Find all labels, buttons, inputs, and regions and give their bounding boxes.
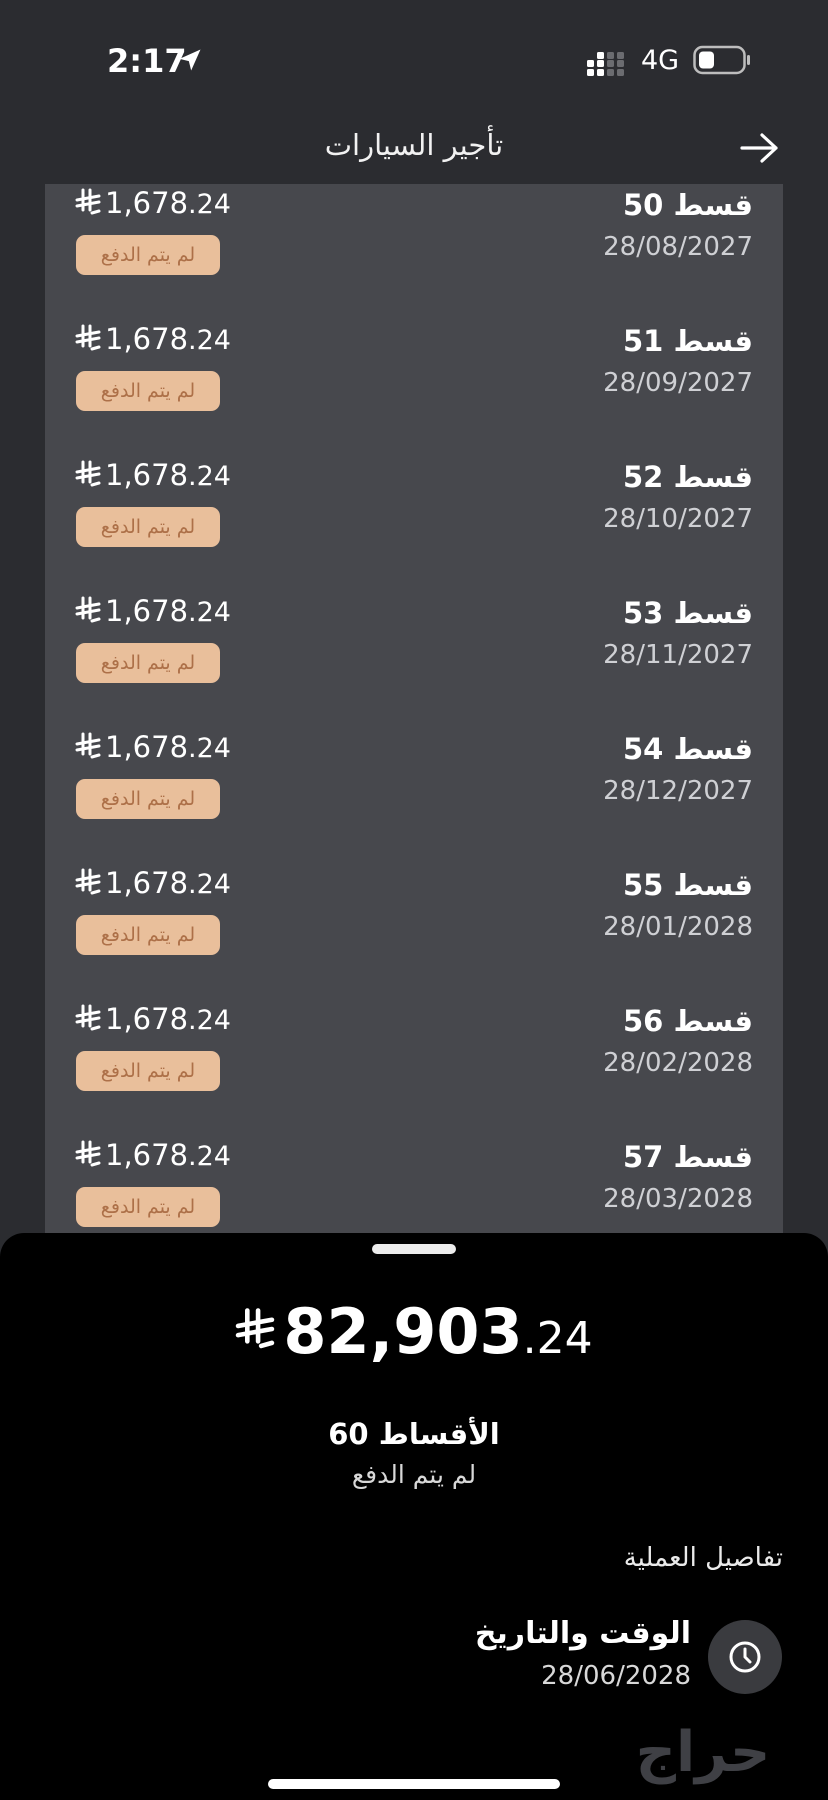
installment-date: 28/03/2028 — [603, 1184, 753, 1214]
amount-decimal: .24 — [188, 1005, 231, 1036]
page-title: تأجير السيارات — [324, 128, 504, 162]
clock-icon — [729, 1641, 761, 1673]
amount-integer: 1,678 — [105, 1138, 189, 1172]
installment-date: 28/12/2027 — [603, 776, 753, 806]
installments-count: الأقساط 60 — [328, 1417, 500, 1451]
amount-integer: 1,678 — [105, 458, 189, 492]
signal-icon — [587, 52, 624, 76]
riyal-icon — [75, 188, 101, 215]
installment-row[interactable]: قسط 57 28/03/2028 1,678.24 لم يتم الدفع — [45, 1136, 783, 1244]
datetime-label: الوقت والتاريخ — [474, 1616, 691, 1651]
amount-decimal: .24 — [188, 461, 231, 492]
riyal-icon — [75, 868, 101, 895]
installment-row[interactable]: قسط 54 28/12/2027 1,678.24 لم يتم الدفع — [45, 728, 783, 864]
amount-decimal: .24 — [188, 189, 231, 220]
installment-row[interactable]: قسط 55 28/01/2028 1,678.24 لم يتم الدفع — [45, 864, 783, 1000]
status-badge: لم يتم الدفع — [76, 1187, 220, 1227]
installment-date: 28/08/2027 — [603, 232, 753, 262]
location-arrow-icon — [179, 49, 201, 71]
installment-row[interactable]: قسط 53 28/11/2027 1,678.24 لم يتم الدفع — [45, 592, 783, 728]
installment-date: 28/10/2027 — [603, 504, 753, 534]
riyal-icon — [75, 1140, 101, 1167]
summary-sheet: 82,903.24 الأقساط 60 لم يتم الدفع تفاصيل… — [0, 1233, 828, 1800]
installment-date: 28/11/2027 — [603, 640, 753, 670]
amount-integer: 1,678 — [105, 322, 189, 356]
installment-amount: 1,678.24 — [75, 458, 231, 492]
installment-title: قسط 56 — [622, 1004, 753, 1038]
total-amount: 82,903.24 — [0, 1295, 828, 1368]
amount-decimal: .24 — [188, 325, 231, 356]
installment-title: قسط 50 — [622, 188, 753, 222]
riyal-icon — [75, 324, 101, 351]
haraj-watermark-logo: حراج — [636, 1720, 771, 1785]
amount-integer: 1,678 — [105, 1002, 189, 1036]
riyal-icon — [236, 1308, 275, 1349]
datetime-value: 28/06/2028 — [541, 1661, 691, 1691]
amount-decimal: .24 — [188, 1141, 231, 1172]
riyal-icon — [75, 1004, 101, 1031]
transaction-details-title: تفاصيل العملية — [623, 1543, 783, 1573]
status-badge: لم يتم الدفع — [76, 779, 220, 819]
installment-amount: 1,678.24 — [75, 866, 231, 900]
installment-title: قسط 57 — [622, 1140, 753, 1174]
installment-date: 28/01/2028 — [603, 912, 753, 942]
installment-amount: 1,678.24 — [75, 186, 231, 220]
arrow-right-icon[interactable] — [738, 130, 782, 166]
amount-integer: 1,678 — [105, 594, 189, 628]
home-indicator[interactable] — [268, 1779, 560, 1789]
installment-date: 28/09/2027 — [603, 368, 753, 398]
watermark-text: حراج — [636, 1720, 771, 1785]
status-badge: لم يتم الدفع — [76, 915, 220, 955]
amount-decimal: .24 — [188, 869, 231, 900]
installment-amount: 1,678.24 — [75, 730, 231, 764]
status-badge: لم يتم الدفع — [76, 643, 220, 683]
installment-amount: 1,678.24 — [75, 1002, 231, 1036]
status-badge: لم يتم الدفع — [76, 371, 220, 411]
riyal-icon — [75, 460, 101, 487]
header: تأجير السيارات — [0, 110, 828, 185]
status-bar: 2:17 4G — [0, 0, 828, 110]
installment-amount: 1,678.24 — [75, 594, 231, 628]
status-badge: لم يتم الدفع — [76, 1051, 220, 1091]
installment-date: 28/02/2028 — [603, 1048, 753, 1078]
battery-icon — [693, 45, 750, 75]
installment-title: قسط 53 — [622, 596, 753, 630]
amount-decimal: .24 — [188, 597, 231, 628]
riyal-icon — [75, 596, 101, 623]
installment-title: قسط 55 — [622, 868, 753, 902]
installments-list[interactable]: قسط 50 28/08/2027 1,678.24 لم يتم الدفع … — [45, 184, 783, 1244]
installment-row[interactable]: قسط 52 28/10/2027 1,678.24 لم يتم الدفع — [45, 456, 783, 592]
total-integer: 82,903 — [283, 1295, 523, 1368]
amount-integer: 1,678 — [105, 730, 189, 764]
sheet-grabber[interactable] — [372, 1244, 456, 1254]
amount-integer: 1,678 — [105, 866, 189, 900]
installment-title: قسط 54 — [622, 732, 753, 766]
amount-decimal: .24 — [188, 733, 231, 764]
installment-title: قسط 51 — [622, 324, 753, 358]
installment-row[interactable]: قسط 56 28/02/2028 1,678.24 لم يتم الدفع — [45, 1000, 783, 1136]
clock-icon-circle — [708, 1620, 782, 1694]
status-badge: لم يتم الدفع — [76, 507, 220, 547]
installment-row[interactable]: قسط 51 28/09/2027 1,678.24 لم يتم الدفع — [45, 320, 783, 456]
installment-amount: 1,678.24 — [75, 322, 231, 356]
status-badge: لم يتم الدفع — [76, 235, 220, 275]
amount-integer: 1,678 — [105, 186, 189, 220]
payment-status: لم يتم الدفع — [351, 1460, 477, 1489]
total-decimal: .24 — [522, 1313, 593, 1364]
installment-row[interactable]: قسط 50 28/08/2027 1,678.24 لم يتم الدفع — [45, 184, 783, 320]
network-label: 4G — [641, 45, 680, 76]
installment-amount: 1,678.24 — [75, 1138, 231, 1172]
riyal-icon — [75, 732, 101, 759]
status-time: 2:17 — [107, 42, 187, 80]
installment-title: قسط 52 — [622, 460, 753, 494]
